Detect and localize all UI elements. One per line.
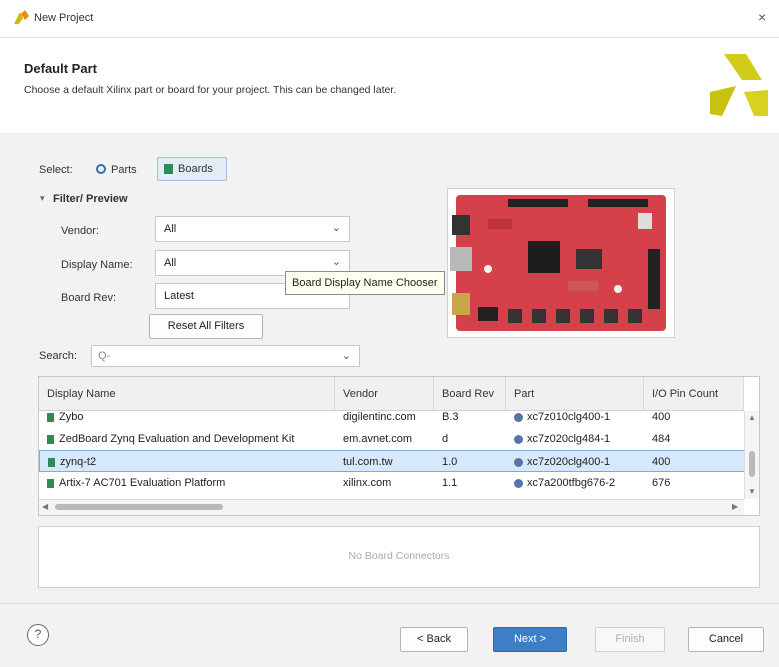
collapse-chevron-icon[interactable]: ▾	[40, 193, 45, 204]
board-rev-label: Board Rev:	[61, 292, 117, 304]
filter-section-title: Filter/ Preview	[53, 193, 128, 205]
board-image	[450, 195, 666, 331]
horizontal-scrollbar[interactable]: ◀ ▶	[39, 499, 744, 515]
vivado-logo-icon	[710, 54, 768, 116]
radio-icon	[96, 164, 106, 174]
row-board-rev: B.3	[442, 411, 459, 423]
row-io-pin-count: 400	[644, 450, 744, 472]
next-button[interactable]: Next >	[493, 627, 567, 652]
chevron-down-icon: ⌄	[341, 350, 351, 362]
help-icon[interactable]: ?	[27, 624, 49, 646]
row-part: xc7z020clg400-1	[527, 456, 611, 468]
table-row-selected[interactable]: zynq-t2 tul.com.tw 1.0 xc7z020clg400-1 4…	[39, 450, 759, 472]
table-row[interactable]: Zybo digilentinc.com B.3 xc7z010clg400-1…	[39, 406, 759, 428]
table-row[interactable]: ZedBoard Zynq Evaluation and Development…	[39, 428, 759, 450]
board-rev-value: Latest	[164, 290, 194, 302]
vendor-dropdown[interactable]: All ⌄	[155, 216, 350, 242]
search-input[interactable]: Q- ⌄	[91, 345, 360, 367]
parts-option-label: Parts	[111, 164, 137, 176]
display-name-label: Display Name:	[61, 259, 133, 271]
board-icon	[164, 164, 173, 174]
board-icon	[48, 457, 55, 467]
row-io-pin-count: 676	[652, 477, 671, 489]
reset-filters-button[interactable]: Reset All Filters	[149, 314, 263, 339]
row-display-name: Artix-7 AC701 Evaluation Platform	[59, 477, 226, 489]
row-vendor: digilentinc.com	[343, 411, 416, 423]
vendor-label: Vendor:	[61, 225, 99, 237]
search-placeholder: Q-	[98, 350, 111, 362]
cancel-button[interactable]: Cancel	[688, 627, 764, 652]
close-icon[interactable]: ×	[758, 9, 766, 25]
vendor-value: All	[164, 223, 177, 235]
table-row[interactable]: Artix-7 AC701 Evaluation Platform xilinx…	[39, 472, 759, 494]
chevron-down-icon: ⌄	[331, 222, 341, 234]
row-io-pin-count: 484	[652, 433, 671, 445]
row-part: xc7a200tfbg676-2	[527, 477, 616, 489]
chevron-down-icon: ⌄	[331, 256, 341, 268]
board-icon	[47, 478, 54, 488]
row-part: xc7z010clg400-1	[527, 411, 611, 423]
part-icon	[514, 457, 523, 467]
row-vendor: tul.com.tw	[335, 450, 434, 472]
scroll-right-icon[interactable]: ▶	[732, 502, 738, 511]
scroll-down-icon[interactable]: ▼	[748, 487, 756, 496]
board-preview	[447, 188, 675, 338]
row-display-name: Zybo	[59, 411, 84, 423]
board-icon	[47, 412, 54, 422]
parts-option[interactable]: Parts	[92, 160, 152, 180]
finish-button: Finish	[595, 627, 665, 652]
boards-option-label: Boards	[178, 163, 213, 175]
search-label: Search:	[39, 350, 77, 362]
page-title: Default Part	[24, 61, 97, 76]
boards-table: Display Name Vendor Board Rev Part I/O P…	[38, 376, 760, 516]
row-vendor: em.avnet.com	[343, 433, 413, 445]
scroll-left-icon[interactable]: ◀	[42, 502, 48, 511]
display-name-value: All	[164, 257, 177, 269]
row-vendor: xilinx.com	[343, 477, 392, 489]
title-bar	[0, 0, 779, 36]
board-icon	[47, 434, 54, 444]
select-label: Select:	[39, 164, 73, 176]
scrollbar-thumb[interactable]	[55, 504, 223, 510]
vertical-scrollbar[interactable]: ▲ ▼	[744, 411, 759, 499]
tooltip: Board Display Name Chooser	[285, 271, 445, 295]
row-display-name: ZedBoard Zynq Evaluation and Development…	[59, 433, 295, 445]
scrollbar-thumb[interactable]	[749, 451, 755, 477]
row-board-rev: 1.0	[434, 450, 506, 472]
row-display-name: zynq-t2	[60, 456, 97, 468]
back-button[interactable]: < Back	[400, 627, 468, 652]
page-subtitle: Choose a default Xilinx part or board fo…	[24, 84, 397, 96]
board-connectors-panel: No Board Connectors	[38, 526, 760, 588]
part-icon	[514, 412, 523, 422]
part-icon	[514, 434, 523, 444]
window-title: New Project	[34, 12, 94, 24]
row-board-rev: 1.1	[442, 477, 458, 489]
row-part: xc7z020clg484-1	[527, 433, 611, 445]
scroll-up-icon[interactable]: ▲	[748, 413, 756, 422]
boards-option[interactable]: Boards	[157, 157, 227, 181]
no-connectors-text: No Board Connectors	[348, 550, 450, 562]
row-io-pin-count: 400	[652, 411, 671, 423]
row-board-rev: d	[442, 433, 449, 445]
part-icon	[514, 478, 523, 488]
app-logo-icon	[14, 10, 29, 24]
